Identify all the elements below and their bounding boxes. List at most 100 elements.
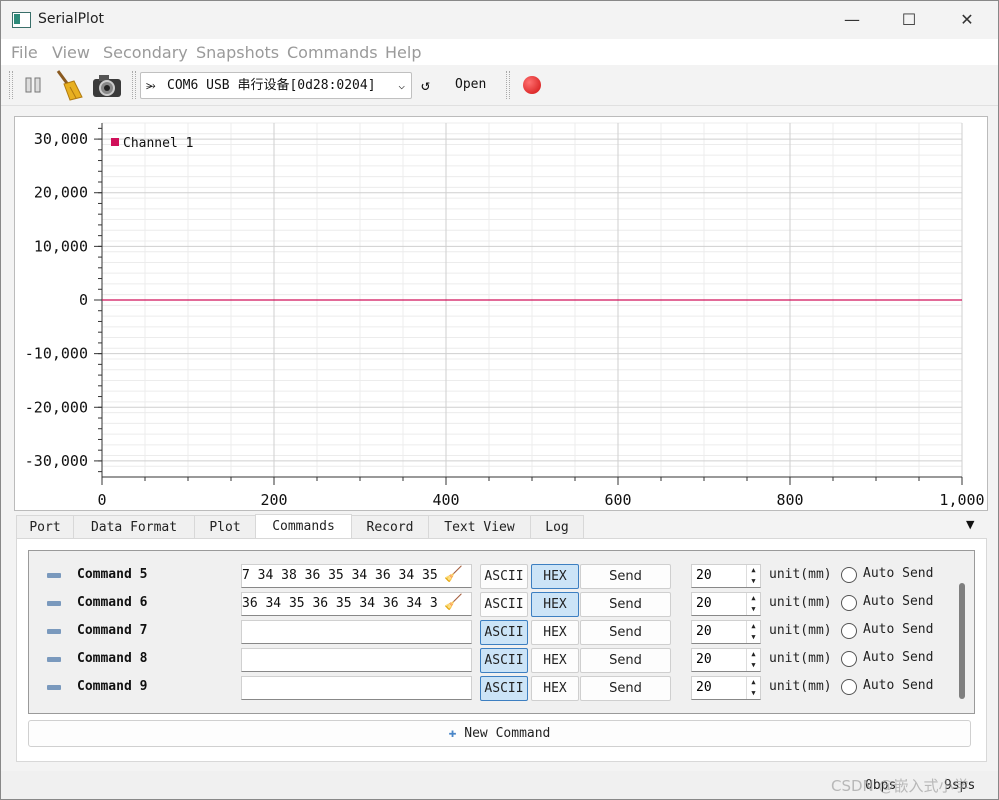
tab-overflow-icon[interactable]: ▼ bbox=[966, 518, 974, 531]
camera-icon[interactable] bbox=[91, 71, 123, 99]
tab-port[interactable]: Port bbox=[16, 515, 74, 539]
spin-arrows-icon[interactable]: ▲ ▼ bbox=[746, 565, 760, 587]
spin-arrows-icon[interactable]: ▲ ▼ bbox=[746, 621, 760, 643]
period-spinbox[interactable]: 20 ▲ ▼ bbox=[691, 620, 761, 644]
ascii-toggle[interactable]: ASCII bbox=[480, 620, 528, 645]
command-name[interactable]: Command 5 bbox=[77, 567, 147, 582]
command-row: Command 5 7 34 38 36 35 34 36 34 35 🧹 ASCII… bbox=[29, 562, 959, 590]
command-row: Command 7 ASCII HEX Send 20 ▲ ▼ unit(mm) Auto Se… bbox=[29, 618, 959, 646]
pause-icon[interactable] bbox=[25, 77, 41, 93]
period-spinbox[interactable]: 20 ▲ ▼ bbox=[691, 592, 761, 616]
ascii-toggle[interactable]: ASCII bbox=[480, 676, 528, 701]
clear-broom-icon[interactable]: 🧹 bbox=[444, 593, 463, 611]
ascii-toggle[interactable]: ASCII bbox=[480, 564, 528, 589]
remove-command-icon[interactable] bbox=[47, 657, 61, 662]
port-select[interactable]: ⭃ COM6 USB 串行设备[0d28:0204] ⌵ bbox=[140, 72, 412, 99]
command-data-input[interactable] bbox=[241, 676, 472, 700]
auto-send-label[interactable]: Auto Send bbox=[863, 566, 933, 581]
tab-plot[interactable]: Plot bbox=[194, 515, 256, 539]
auto-send-radio[interactable] bbox=[841, 679, 857, 695]
command-name[interactable]: Command 8 bbox=[77, 651, 147, 666]
send-button[interactable]: Send bbox=[580, 676, 671, 701]
clear-broom-icon[interactable]: 🧹 bbox=[444, 565, 463, 583]
menu-snapshots[interactable]: Snapshots bbox=[196, 43, 279, 62]
auto-send-radio[interactable] bbox=[841, 623, 857, 639]
hex-toggle[interactable]: HEX bbox=[531, 648, 579, 673]
remove-command-icon[interactable] bbox=[47, 685, 61, 690]
new-command-label: New Command bbox=[464, 726, 551, 741]
auto-send-label[interactable]: Auto Send bbox=[863, 622, 933, 637]
tab-data-format[interactable]: Data Format bbox=[73, 515, 195, 539]
command-name[interactable]: Command 9 bbox=[77, 679, 147, 694]
command-name[interactable]: Command 7 bbox=[77, 623, 147, 638]
y-tick-label: -30,000 bbox=[25, 452, 88, 470]
spin-arrows-icon[interactable]: ▲ ▼ bbox=[746, 593, 760, 615]
ascii-toggle[interactable]: ASCII bbox=[480, 648, 528, 673]
minimize-button[interactable]: — bbox=[829, 5, 875, 35]
command-row: Command 8 ASCII HEX Send 20 ▲ ▼ unit(mm) Auto Se… bbox=[29, 646, 959, 674]
record-status-icon[interactable] bbox=[523, 76, 541, 94]
send-button[interactable]: Send bbox=[580, 648, 671, 673]
period-spinbox[interactable]: 20 ▲ ▼ bbox=[691, 564, 761, 588]
command-data-input[interactable]: 7 34 38 36 35 34 36 34 35 bbox=[241, 564, 472, 588]
menu-bar: File View Secondary Snapshots Commands H… bbox=[1, 39, 998, 65]
remove-command-icon[interactable] bbox=[47, 601, 61, 606]
menu-help[interactable]: Help bbox=[385, 43, 421, 62]
send-button[interactable]: Send bbox=[580, 564, 671, 589]
tab-commands[interactable]: Commands bbox=[255, 514, 352, 540]
period-spinbox[interactable]: 20 ▲ ▼ bbox=[691, 676, 761, 700]
period-value: 20 bbox=[696, 596, 712, 611]
send-button[interactable]: Send bbox=[580, 592, 671, 617]
toolbar-grip bbox=[506, 71, 510, 99]
refresh-icon[interactable]: ↺ bbox=[421, 76, 430, 94]
open-button[interactable]: Open bbox=[455, 77, 486, 92]
hex-toggle[interactable]: HEX bbox=[531, 564, 579, 589]
tab-text-view[interactable]: Text View bbox=[428, 515, 531, 539]
period-value: 20 bbox=[696, 568, 712, 583]
command-name[interactable]: Command 6 bbox=[77, 595, 147, 610]
spin-arrows-icon[interactable]: ▲ ▼ bbox=[746, 649, 760, 671]
scrollbar[interactable] bbox=[957, 559, 967, 707]
y-tick-label: 0 bbox=[79, 291, 88, 309]
maximize-button[interactable]: ☐ bbox=[886, 5, 932, 35]
scrollbar-thumb[interactable] bbox=[959, 583, 965, 699]
command-list: Command 5 7 34 38 36 35 34 36 34 35 🧹 ASCII… bbox=[28, 550, 975, 714]
auto-send-label[interactable]: Auto Send bbox=[863, 650, 933, 665]
y-tick-label: -20,000 bbox=[25, 398, 88, 416]
menu-view[interactable]: View bbox=[52, 43, 90, 62]
plot-area[interactable]: 30,000 20,000 10,000 0 -10,000 -20,000 -30,000… bbox=[14, 116, 988, 511]
hex-toggle[interactable]: HEX bbox=[531, 676, 579, 701]
x-tick-label: 400 bbox=[432, 491, 459, 509]
auto-send-label[interactable]: Auto Send bbox=[863, 594, 933, 609]
command-data-input[interactable] bbox=[241, 648, 472, 672]
window-title: SerialPlot bbox=[38, 11, 105, 27]
period-spinbox[interactable]: 20 ▲ ▼ bbox=[691, 648, 761, 672]
send-button[interactable]: Send bbox=[580, 620, 671, 645]
remove-command-icon[interactable] bbox=[47, 573, 61, 578]
x-tick-label: 0 bbox=[97, 491, 106, 509]
tab-log[interactable]: Log bbox=[530, 515, 584, 539]
menu-commands[interactable]: Commands bbox=[287, 43, 378, 62]
clear-broom-icon[interactable] bbox=[54, 69, 84, 101]
hex-toggle[interactable]: HEX bbox=[531, 592, 579, 617]
auto-send-label[interactable]: Auto Send bbox=[863, 678, 933, 693]
auto-send-radio[interactable] bbox=[841, 595, 857, 611]
command-data-input[interactable] bbox=[241, 620, 472, 644]
tab-bar: Port Data Format Plot Commands Record Te… bbox=[16, 514, 986, 540]
command-data-input[interactable]: 36 34 35 36 35 34 36 34 3 bbox=[241, 592, 472, 616]
remove-command-icon[interactable] bbox=[47, 629, 61, 634]
y-tick-label: -10,000 bbox=[25, 345, 88, 363]
ascii-toggle[interactable]: ASCII bbox=[480, 592, 528, 617]
menu-file[interactable]: File bbox=[11, 43, 38, 62]
menu-secondary[interactable]: Secondary bbox=[103, 43, 188, 62]
hex-toggle[interactable]: HEX bbox=[531, 620, 579, 645]
new-command-button[interactable]: ✚ New Command bbox=[28, 720, 971, 747]
auto-send-radio[interactable] bbox=[841, 651, 857, 667]
chevron-down-icon: ⌵ bbox=[398, 79, 405, 92]
tab-record[interactable]: Record bbox=[351, 515, 429, 539]
unit-label: unit(mm) bbox=[769, 679, 832, 694]
spin-arrows-icon[interactable]: ▲ ▼ bbox=[746, 677, 760, 699]
close-button[interactable]: ✕ bbox=[944, 5, 990, 35]
app-icon bbox=[12, 12, 31, 28]
auto-send-radio[interactable] bbox=[841, 567, 857, 583]
